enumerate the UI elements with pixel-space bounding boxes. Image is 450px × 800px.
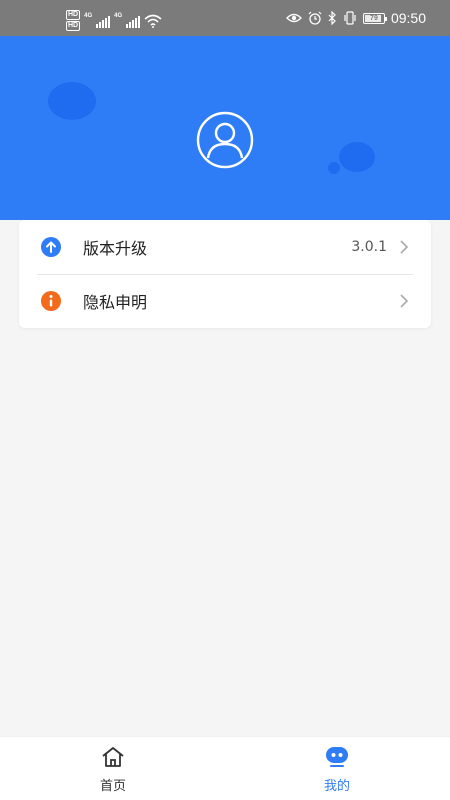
menu-item-label: 版本升级 — [83, 239, 148, 258]
bluetooth-icon — [328, 11, 336, 25]
status-bar: HD HD 4G 4G 79 09:50 — [0, 0, 450, 36]
profile-header — [0, 36, 450, 220]
tab-home[interactable]: 首页 — [63, 737, 163, 800]
upgrade-arrow-icon — [41, 237, 61, 257]
chevron-right-icon — [400, 240, 409, 254]
status-time: 09:50 — [390, 10, 426, 26]
sim2-signal-icon: 4G — [114, 12, 141, 28]
status-right-group: 79 09:50 — [286, 10, 426, 26]
avatar-icon[interactable] — [196, 111, 254, 169]
menu-item-version-upgrade[interactable]: 版本升级 3.0.1 — [19, 220, 431, 274]
battery-icon: 79 — [362, 12, 387, 24]
info-icon — [41, 291, 61, 311]
status-left-group: HD HD 4G 4G — [66, 10, 162, 31]
decor-bubble-large — [48, 82, 96, 120]
menu-item-label: 隐私申明 — [83, 293, 148, 312]
hd-badge-2: HD — [66, 21, 81, 31]
sim1-network-tag: 4G — [84, 12, 93, 19]
mine-icon — [326, 747, 348, 767]
eye-comfort-icon — [286, 13, 302, 23]
tab-mine[interactable]: 我的 — [287, 737, 387, 800]
settings-card: 版本升级 3.0.1 隐私申明 — [19, 220, 431, 328]
version-value: 3.0.1 — [351, 239, 387, 255]
decor-bubble-medium — [339, 142, 375, 172]
tab-home-label: 首页 — [99, 779, 126, 794]
hd-badges: HD HD — [66, 10, 81, 31]
hd-badge-1: HD — [66, 10, 81, 20]
menu-item-privacy-statement[interactable]: 隐私申明 — [19, 274, 431, 328]
vibrate-icon — [344, 11, 356, 25]
home-icon — [102, 747, 124, 767]
alarm-icon — [308, 11, 322, 25]
tab-mine-label: 我的 — [323, 779, 350, 794]
decor-bubble-small — [328, 162, 340, 174]
chevron-right-icon — [400, 294, 409, 308]
sim1-signal-icon: 4G — [84, 12, 111, 28]
sim2-network-tag: 4G — [114, 12, 123, 19]
battery-level: 79 — [370, 14, 378, 22]
wifi-icon — [144, 14, 162, 28]
bottom-tab-bar: 首页 我的 — [0, 736, 450, 800]
